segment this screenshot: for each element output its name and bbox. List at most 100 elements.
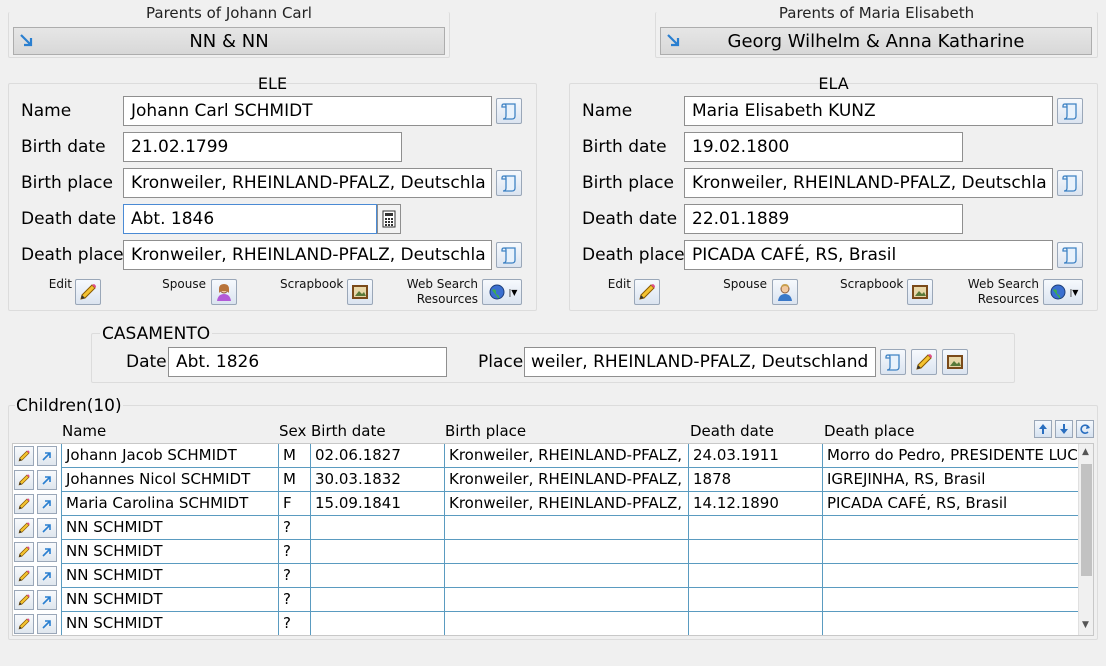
cell-death-place[interactable] [823,588,1079,612]
row-go-to-button[interactable] [37,518,57,538]
row-edit-button[interactable] [14,590,34,610]
children-table[interactable]: Johann Jacob SCHMIDT M 02.06.1827 Kronweile… [12,443,1094,636]
cell-sex[interactable]: ? [279,564,311,588]
row-go-to-button[interactable] [37,446,57,466]
cell-birth-date[interactable]: 02.06.1827 [311,444,445,468]
ela-birth-date-field[interactable]: 19.02.1800 [684,132,963,162]
ele-birth-date-field[interactable]: 21.02.1799 [123,132,402,162]
row-go-to-button[interactable] [37,614,57,634]
cell-sex[interactable]: M [279,468,311,492]
cell-birth-place[interactable]: Kronweiler, RHEINLAND-PFALZ, I [445,468,689,492]
ele-death-date-field[interactable]: Abt. 1846 [123,204,377,234]
cell-birth-date[interactable] [311,564,445,588]
col-header-name[interactable]: Name [62,422,106,440]
ele-birth-place-field[interactable]: Kronweiler, RHEINLAND-PFALZ, Deutschla [123,168,492,198]
ele-scrapbook-button[interactable] [347,279,373,305]
cell-birth-place[interactable]: Kronweiler, RHEINLAND-PFALZ, I [445,492,689,516]
cell-name[interactable]: NN SCHMIDT [61,564,279,588]
cell-name[interactable]: Johann Jacob SCHMIDT [61,444,279,468]
children-scrollbar[interactable]: ▲ ▼ [1078,444,1093,635]
marriage-date-field[interactable]: Abt. 1826 [168,347,447,377]
ela-death-place-source-button[interactable] [1057,242,1083,268]
cell-birth-place[interactable] [445,564,689,588]
cell-death-place[interactable] [823,612,1079,635]
col-header-death-place[interactable]: Death place [824,422,914,440]
cell-birth-place[interactable] [445,588,689,612]
table-row[interactable]: Johannes Nicol SCHMIDT M 30.03.1832 Kronwei… [13,468,1079,492]
parents-left-button[interactable]: NN & NN [13,27,445,55]
cell-death-place[interactable]: IGREJINHA, RS, Brasil [823,468,1079,492]
table-row[interactable]: NN SCHMIDT? [13,588,1079,612]
cell-sex[interactable]: ? [279,540,311,564]
row-edit-button[interactable] [14,470,34,490]
row-go-to-button[interactable] [37,494,57,514]
row-go-to-button[interactable] [37,590,57,610]
ela-spouse-button[interactable] [772,279,798,305]
cell-sex[interactable]: ? [279,588,311,612]
table-row[interactable]: NN SCHMIDT? [13,540,1079,564]
cell-death-place[interactable]: PICADA CAFÉ, RS, Brasil [823,492,1079,516]
parents-right-button[interactable]: Georg Wilhelm & Anna Katharine [660,27,1092,55]
cell-death-date[interactable] [689,588,823,612]
row-edit-button[interactable] [14,614,34,634]
cell-birth-date[interactable] [311,588,445,612]
ela-death-date-field[interactable]: 22.01.1889 [684,204,963,234]
cell-birth-date[interactable] [311,516,445,540]
row-go-to-button[interactable] [37,566,57,586]
ele-death-place-field[interactable]: Kronweiler, RHEINLAND-PFALZ, Deutschla [123,240,492,270]
cell-death-date[interactable] [689,516,823,540]
table-row[interactable]: NN SCHMIDT? [13,564,1079,588]
ele-edit-button[interactable] [75,279,101,305]
marriage-place-field[interactable]: weiler, RHEINLAND-PFALZ, Deutschland [524,347,876,377]
ele-web-search-button[interactable]: |▼ [482,279,522,305]
row-go-to-button[interactable] [37,542,57,562]
cell-death-place[interactable] [823,540,1079,564]
cell-sex[interactable]: ? [279,516,311,540]
cell-birth-date[interactable] [311,540,445,564]
row-edit-button[interactable] [14,446,34,466]
cell-name[interactable]: NN SCHMIDT [61,540,279,564]
row-go-to-button[interactable] [37,470,57,490]
cell-birth-place[interactable] [445,516,689,540]
cell-birth-place[interactable]: Kronweiler, RHEINLAND-PFALZ, I [445,444,689,468]
table-row[interactable]: Johann Jacob SCHMIDT M 02.06.1827 Kronweile… [13,444,1079,468]
refresh-button[interactable] [1076,420,1094,438]
move-up-button[interactable] [1034,420,1052,438]
ele-birth-place-source-button[interactable] [496,170,522,196]
col-header-sex[interactable]: Sex [279,422,306,440]
cell-death-place[interactable] [823,516,1079,540]
row-edit-button[interactable] [14,566,34,586]
cell-death-place[interactable]: Morro do Pedro, PRESIDENTE LUC [823,444,1079,468]
cell-death-date[interactable]: 14.12.1890 [689,492,823,516]
ela-name-source-button[interactable] [1057,98,1083,124]
cell-name[interactable]: NN SCHMIDT [61,588,279,612]
table-row[interactable]: Maria Carolina SCHMIDT F 15.09.1841 Kronwei… [13,492,1079,516]
ela-birth-place-field[interactable]: Kronweiler, RHEINLAND-PFALZ, Deutschla [684,168,1053,198]
col-header-birth-place[interactable]: Birth place [445,422,526,440]
cell-birth-place[interactable] [445,612,689,635]
scroll-up-arrow-icon[interactable]: ▲ [1082,447,1089,457]
col-header-death-date[interactable]: Death date [690,422,774,440]
cell-name[interactable]: NN SCHMIDT [61,612,279,635]
cell-death-date[interactable] [689,540,823,564]
cell-sex[interactable]: M [279,444,311,468]
marriage-scrapbook-button[interactable] [942,349,968,375]
ele-spouse-button[interactable] [211,279,237,305]
cell-name[interactable]: Johannes Nicol SCHMIDT [61,468,279,492]
row-edit-button[interactable] [14,542,34,562]
ele-name-source-button[interactable] [496,98,522,124]
cell-birth-place[interactable] [445,540,689,564]
cell-birth-date[interactable]: 30.03.1832 [311,468,445,492]
marriage-edit-button[interactable] [911,349,937,375]
cell-death-place[interactable] [823,564,1079,588]
scrollbar-thumb[interactable] [1081,464,1092,576]
cell-name[interactable]: NN SCHMIDT [61,516,279,540]
move-down-button[interactable] [1055,420,1073,438]
ela-name-field[interactable]: Maria Elisabeth KUNZ [684,96,1053,126]
ele-death-date-calc-button[interactable] [377,204,401,234]
ela-web-search-button[interactable]: |▼ [1043,279,1083,305]
cell-birth-date[interactable] [311,612,445,635]
ele-death-place-source-button[interactable] [496,242,522,268]
row-edit-button[interactable] [14,494,34,514]
cell-death-date[interactable] [689,564,823,588]
